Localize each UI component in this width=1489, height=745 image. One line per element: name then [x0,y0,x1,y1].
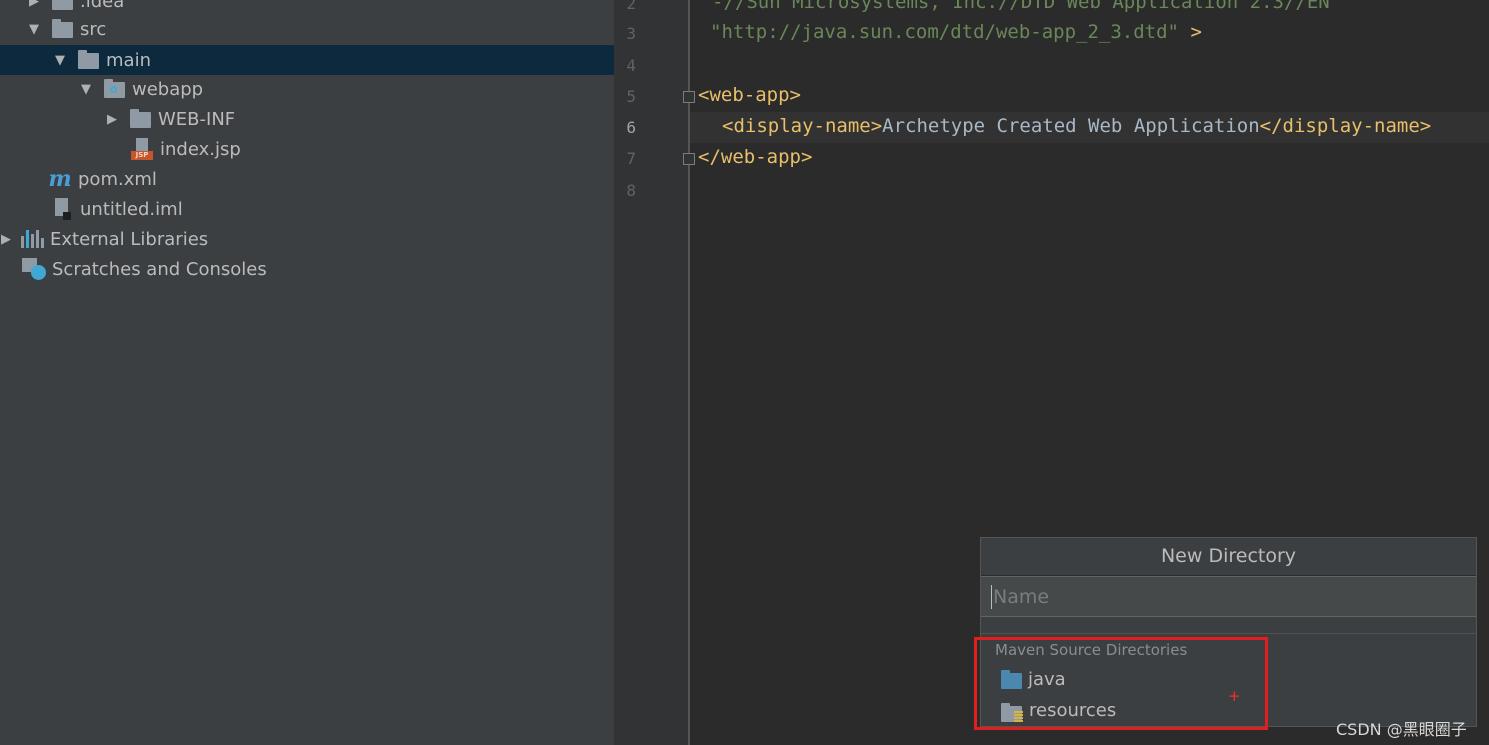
tree-item-index-jsp[interactable]: JSP index.jsp [0,134,614,164]
annotation-plus: + [1228,687,1241,705]
tree-item-scratches[interactable]: Scratches and Consoles [0,254,614,284]
line-number: 5 [626,87,636,106]
chevron-down-icon[interactable]: ▼ [76,79,96,99]
popup-title: New Directory [981,538,1476,576]
tree-item-main[interactable]: ▼ main [0,45,614,75]
fold-marker-icon[interactable] [683,153,695,165]
code-line-5[interactable]: <web-app> [698,84,801,106]
line-number-current: 6 [626,118,636,137]
code-line-3[interactable]: "http://java.sun.com/dtd/web-app_2_3.dtd… [710,21,1202,43]
folder-icon [76,49,100,71]
line-number: 8 [626,181,636,200]
folder-icon [50,0,74,12]
chevron-right-icon[interactable]: ▶ [24,0,44,11]
jsp-file-icon: JSP [130,138,154,160]
tree-item-pom-xml[interactable]: m pom.xml [0,164,614,194]
iml-file-icon [50,198,74,220]
directory-name-input[interactable] [981,576,1476,617]
chevron-down-icon[interactable]: ▼ [24,19,44,39]
tree-item-src[interactable]: ▼ src [0,14,614,44]
maven-icon: m [48,166,72,192]
chevron-right-icon[interactable]: ▶ [102,109,122,129]
line-number: 3 [626,24,636,43]
tree-item-untitled-iml[interactable]: untitled.iml [0,194,614,224]
libraries-icon [20,228,44,250]
chevron-down-icon[interactable]: ▼ [50,50,70,70]
code-line-7[interactable]: </web-app> [698,146,812,168]
popup-separator [981,633,1476,634]
chevron-right-icon[interactable]: ▶ [0,229,12,249]
folder-icon [50,18,74,40]
editor-gutter [614,0,688,745]
web-folder-icon [102,78,126,100]
code-line-6[interactable]: <display-name>Archetype Created Web Appl… [722,115,1431,137]
code-line-2[interactable]: -//Sun Microsystems, Inc.//DTD Web Appli… [712,0,1330,13]
tree-item-external-libraries[interactable]: ▶ External Libraries [0,224,614,254]
line-number: 4 [626,56,636,75]
watermark: CSDN @黑眼圈子 [1336,720,1467,739]
tree-item-web-inf[interactable]: ▶ WEB-INF [0,104,614,134]
line-number: 2 [626,0,636,13]
line-number: 7 [626,149,636,168]
annotation-highlight-box [974,637,1268,730]
scratches-icon [22,258,46,280]
text-caret [991,585,992,609]
folder-icon [128,108,152,130]
project-tree: ▶ .idea ▼ src ▼ main ▼ webapp ▶ WEB-INF … [0,0,614,745]
tree-item-webapp[interactable]: ▼ webapp [0,74,614,104]
fold-marker-icon[interactable] [683,91,695,103]
